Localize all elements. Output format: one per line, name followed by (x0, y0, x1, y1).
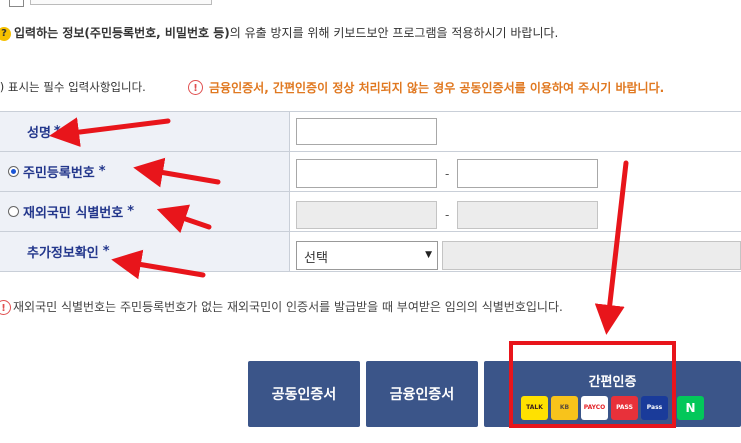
arrow-to-name (49, 117, 171, 148)
arrow-to-foreigner (156, 204, 212, 234)
arrow-to-extra (111, 249, 206, 280)
arrow-to-simple-auth (594, 160, 629, 335)
arrow-to-rrn (133, 157, 221, 188)
annotation-arrows (49, 117, 629, 335)
